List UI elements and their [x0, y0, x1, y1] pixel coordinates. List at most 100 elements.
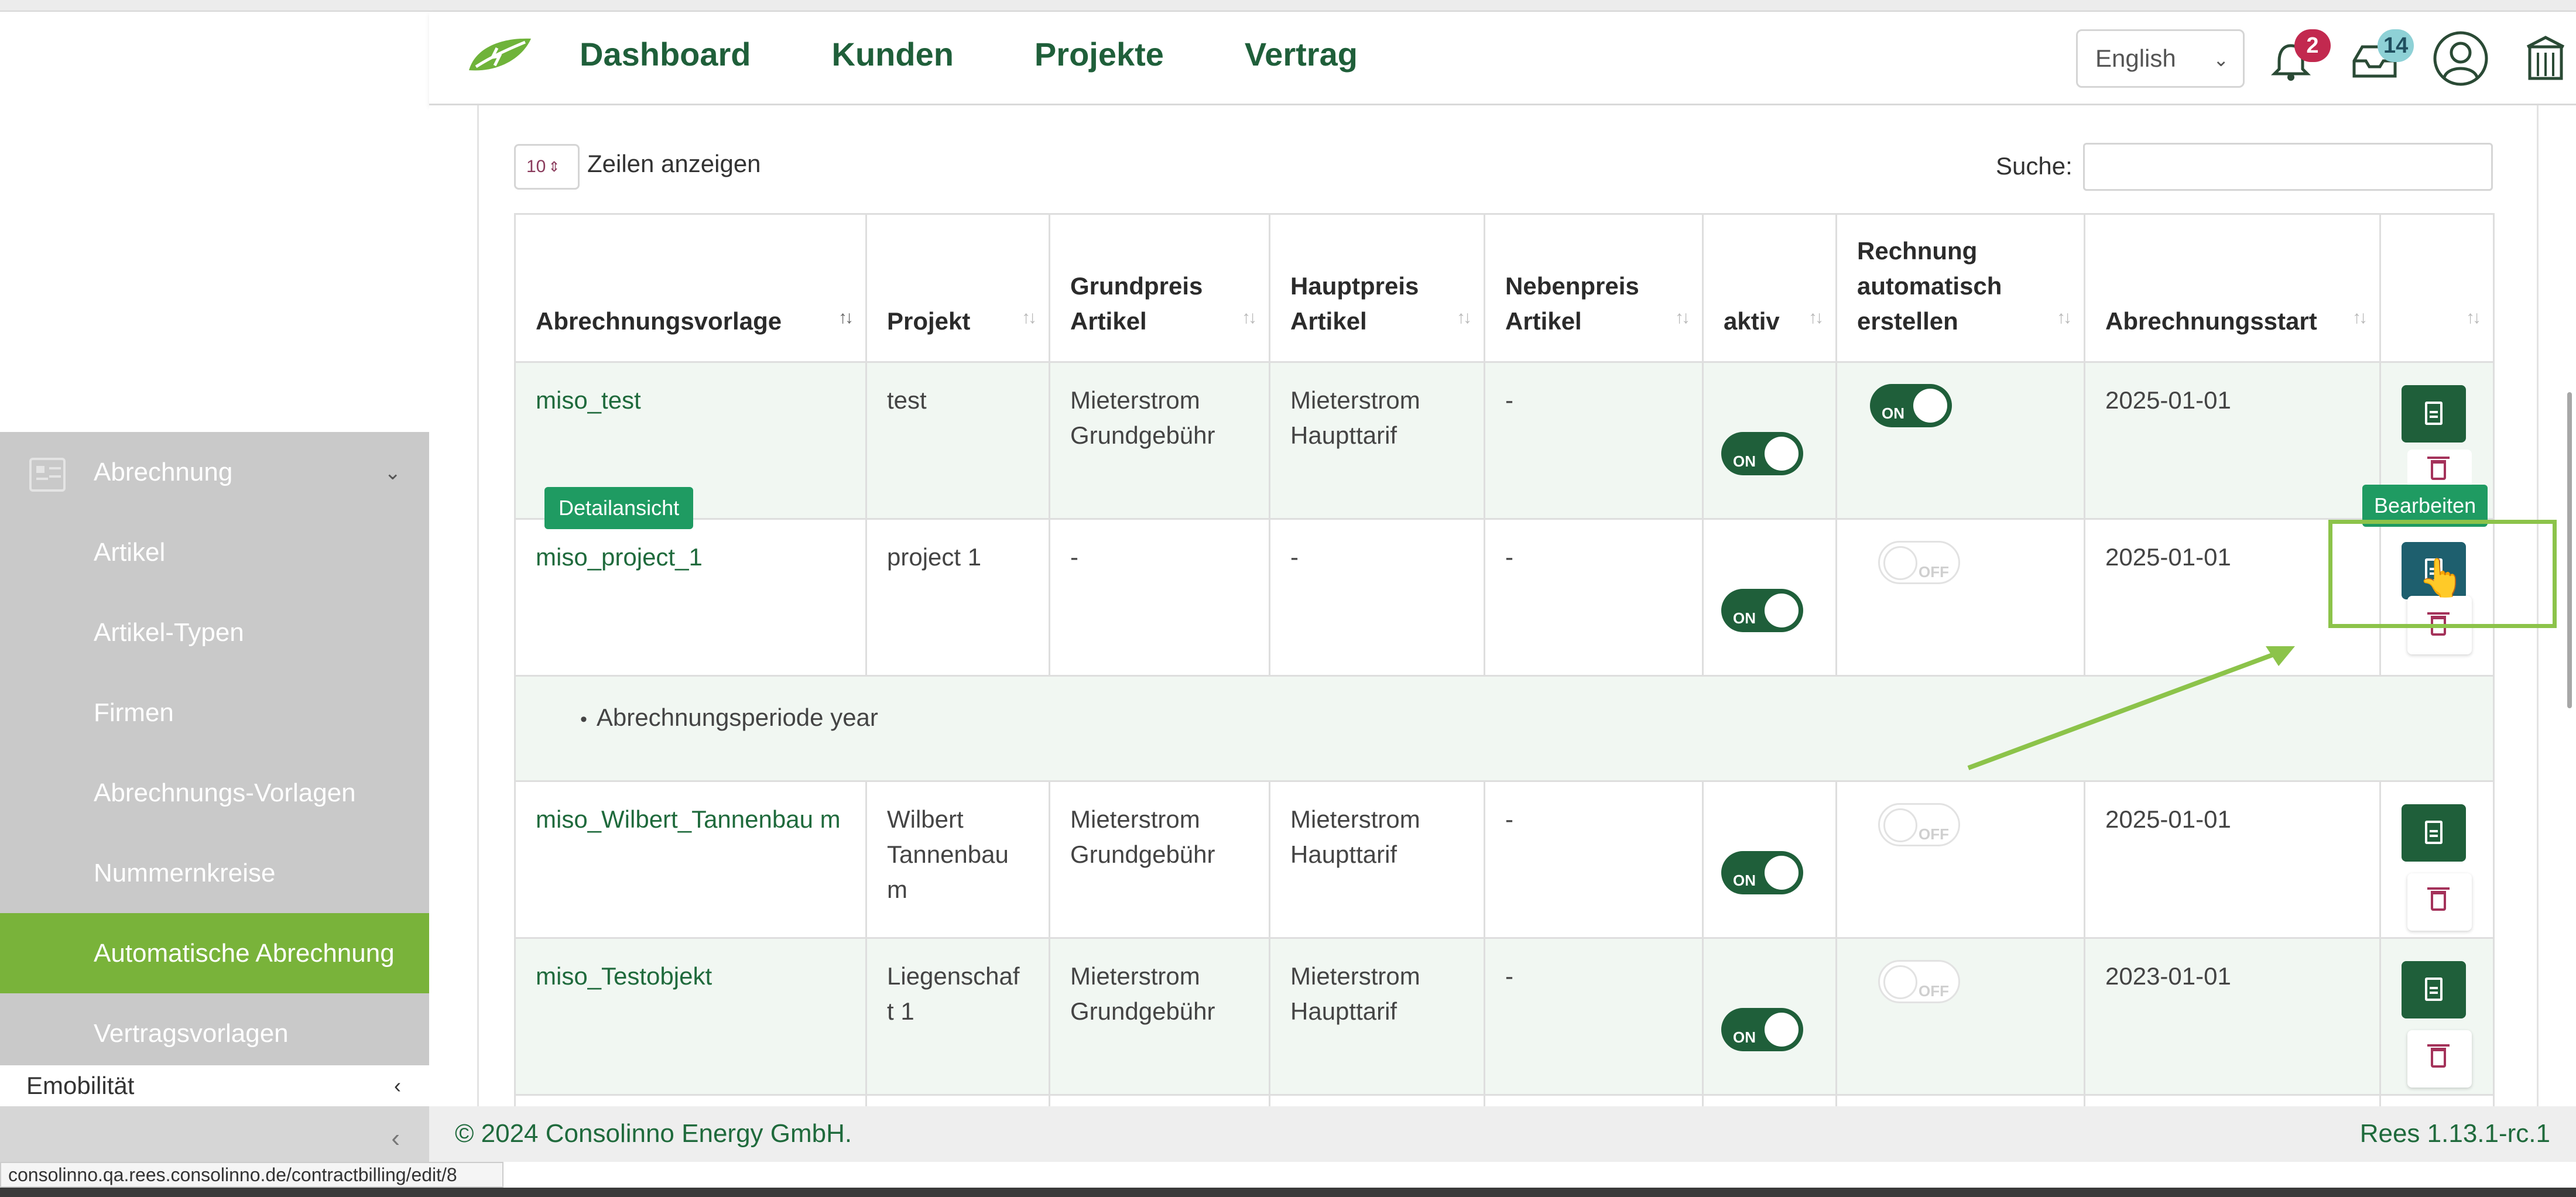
sidebar-item-vertragsvorlagen[interactable]: Vertragsvorlagen — [0, 993, 429, 1073]
sidebar-section-emobilitaet[interactable]: Emobilität ‹ — [0, 1065, 429, 1106]
cell-nebenpreis: - — [1484, 361, 1704, 520]
sidebar-item-label: Vertragsvorlagen — [94, 1018, 289, 1048]
template-link[interactable]: miso_Testobjekt — [536, 962, 712, 990]
column-header-hauptpreis[interactable]: Hauptpreis Artikel ↑↓ — [1269, 213, 1485, 363]
cell-aktiv: ON — [1702, 937, 1837, 1096]
sidebar-menu: Abrechnung ⌄ Artikel Artikel-Typen Firme… — [0, 432, 429, 1118]
toggle-label: ON — [1733, 872, 1756, 889]
trash-icon — [2427, 1044, 2450, 1068]
document-icon — [2425, 402, 2443, 425]
table-row: miso_Wilbert_Tannenbau m Wilbert Tannenb… — [514, 780, 2495, 939]
column-header-abrechnungsstart[interactable]: Abrechnungsstart ↑↓ — [2084, 213, 2381, 363]
notifications-button[interactable]: 2 — [2267, 29, 2331, 87]
chevron-left-icon: ‹ — [394, 1073, 401, 1097]
sidebar-item-artikel[interactable]: Artikel — [0, 512, 429, 592]
column-header-actions[interactable]: ↑↓ — [2379, 213, 2495, 363]
page-length-value: 10 — [526, 157, 546, 176]
sidebar-item-label: Automatische Abrechnung — [94, 938, 395, 968]
status-url: consolinno.qa.rees.consolinno.de/contrac… — [0, 1162, 503, 1188]
cell-start: 2023-01-01 — [2084, 937, 2381, 1096]
auto-invoice-toggle[interactable]: OFF — [1878, 960, 1960, 1003]
sidebar-item-label: Artikel — [94, 537, 166, 567]
column-header-nebenpreis[interactable]: Nebenpreis Artikel ↑↓ — [1484, 213, 1704, 363]
template-link[interactable]: miso_Wilbert_Tannenbau m — [536, 805, 841, 833]
nav-dashboard[interactable]: Dashboard — [580, 35, 751, 73]
column-header-rechnung-automatisch[interactable]: Rechnung automatisch erstellen ↑↓ — [1835, 213, 2085, 363]
column-header-label: Grundpreis Artikel — [1070, 272, 1203, 335]
edit-button[interactable] — [2402, 961, 2466, 1018]
taskbar-strip — [0, 1188, 2576, 1197]
edit-button[interactable] — [2402, 804, 2466, 862]
sidebar-item-firmen[interactable]: Firmen — [0, 673, 429, 753]
sort-arrows-icon: ⇕ — [548, 159, 560, 175]
edit-button[interactable] — [2402, 385, 2466, 443]
cell-auto: ON — [1835, 361, 2085, 520]
nav-projekte[interactable]: Projekte — [1034, 35, 1164, 73]
aktiv-toggle[interactable]: ON — [1721, 432, 1803, 475]
sort-icon: ↑↓ — [1675, 308, 1690, 327]
toggle-knob — [1883, 965, 1917, 999]
cell-nebenpreis: - — [1484, 937, 1704, 1096]
aktiv-toggle[interactable]: ON — [1721, 589, 1803, 632]
cell-hauptpreis: Mieterstrom Haupttarif — [1269, 937, 1485, 1096]
column-header-label: Rechnung automatisch erstellen — [1857, 237, 2002, 335]
sort-icon: ↑↓ — [2352, 308, 2368, 327]
shop-button[interactable] — [2525, 35, 2566, 85]
page-length-select[interactable]: 10 ⇕ — [514, 144, 580, 190]
column-header-projekt[interactable]: Projekt ↑↓ — [865, 213, 1050, 363]
auto-invoice-toggle[interactable]: OFF — [1878, 803, 1960, 846]
consolinno-logo-icon[interactable] — [464, 34, 535, 76]
cell-nebenpreis: - — [1484, 780, 1704, 939]
billing-icon — [29, 458, 66, 492]
footer: © 2024 Consolinno Energy GmbH. Rees 1.13… — [429, 1106, 2576, 1162]
sidebar-item-artikel-typen[interactable]: Artikel-Typen — [0, 592, 429, 673]
sort-icon: ↑↓ — [1808, 308, 1824, 327]
language-select[interactable]: English ⌄ — [2076, 29, 2245, 88]
column-header-grundpreis[interactable]: Grundpreis Artikel ↑↓ — [1049, 213, 1270, 363]
user-menu-button[interactable] — [2431, 29, 2490, 91]
building-icon — [2526, 36, 2565, 80]
document-icon — [2425, 821, 2443, 844]
scrollbar[interactable] — [2567, 392, 2572, 708]
template-link[interactable]: miso_test — [536, 386, 641, 414]
column-header-abrechnungsvorlage[interactable]: Abrechnungsvorlage ↑↓ — [514, 213, 867, 363]
trash-icon — [2427, 887, 2450, 911]
sidebar-item-label: Abrechnungs-Vorlagen — [94, 778, 356, 807]
column-header-label: Abrechnungsstart — [2105, 307, 2317, 335]
toggle-label: ON — [1733, 1028, 1756, 1046]
auto-invoice-toggle[interactable]: OFF — [1878, 541, 1960, 584]
delete-button[interactable] — [2407, 873, 2472, 931]
chevron-down-icon: ⌄ — [384, 462, 402, 484]
auto-invoice-toggle[interactable]: ON — [1870, 384, 1952, 427]
toggle-label: ON — [1733, 452, 1756, 470]
cell-grundpreis: Mieterstrom Grundgebühr — [1049, 937, 1270, 1096]
cell-aktiv: ON — [1702, 361, 1837, 520]
messages-button[interactable]: 14 — [2348, 29, 2414, 87]
sidebar-section-label: Abrechnung — [94, 457, 233, 486]
collapse-sidebar-icon[interactable]: ‹ — [391, 1124, 400, 1153]
column-header-label: Abrechnungsvorlage — [536, 307, 782, 335]
cell-grundpreis: Mieterstrom Grundgebühr — [1049, 361, 1270, 520]
aktiv-toggle[interactable]: ON — [1721, 1008, 1803, 1051]
cell-projekt: Wilbert Tannenbau m — [865, 780, 1050, 939]
cell-name: miso_Wilbert_Tannenbau m — [514, 780, 867, 939]
aktiv-toggle[interactable]: ON — [1721, 851, 1803, 894]
sidebar-section-abrechnung[interactable]: Abrechnung ⌄ — [0, 432, 429, 512]
nav-kunden[interactable]: Kunden — [832, 35, 954, 73]
sidebar-item-automatische-abrechnung[interactable]: Automatische Abrechnung — [0, 913, 429, 993]
hand-cursor-icon: 👆 — [2418, 557, 2465, 599]
cell-projekt: test — [865, 361, 1050, 520]
delete-button[interactable] — [2407, 1030, 2472, 1088]
nav-vertrag[interactable]: Vertrag — [1245, 35, 1358, 73]
search-input[interactable] — [2083, 143, 2493, 191]
column-header-label: Projekt — [887, 307, 971, 335]
sidebar-item-abrechnungs-vorlagen[interactable]: Abrechnungs-Vorlagen — [0, 753, 429, 833]
column-header-label: Nebenpreis Artikel — [1505, 272, 1639, 335]
top-navbar: Dashboard Kunden Projekte Vertrag Englis… — [429, 12, 2576, 105]
sidebar-item-nummernkreise[interactable]: Nummernkreise — [0, 833, 429, 913]
toggle-knob — [1765, 594, 1799, 627]
trash-icon — [2427, 457, 2450, 480]
template-link[interactable]: miso_project_1 — [536, 543, 703, 571]
column-header-aktiv[interactable]: aktiv ↑↓ — [1702, 213, 1837, 363]
sort-icon: ↑↓ — [838, 308, 854, 327]
